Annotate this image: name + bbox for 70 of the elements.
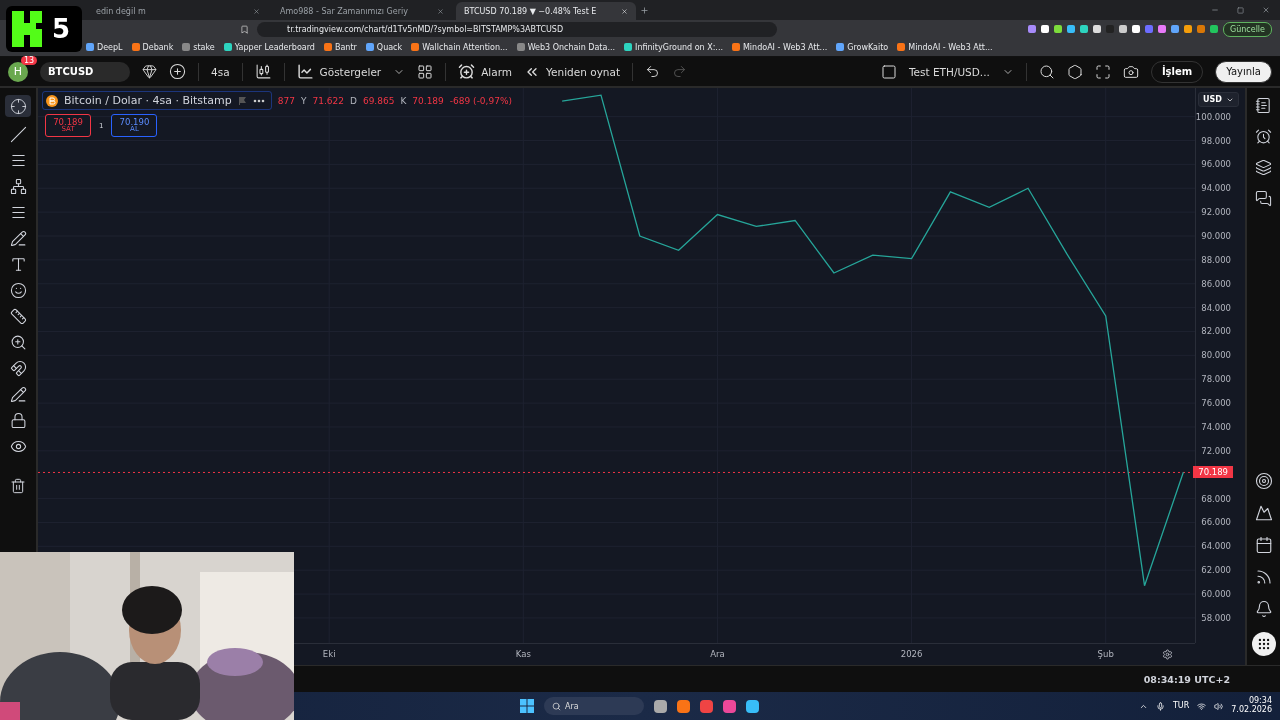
- replay-button[interactable]: Yeniden oynat: [524, 63, 621, 80]
- publish-button[interactable]: Yayınla: [1215, 60, 1272, 83]
- price-tick: 84.000: [1201, 302, 1231, 313]
- ohlc-value: 70.189: [412, 95, 444, 106]
- bookmark-link[interactable]: InfinityGround on X:...: [624, 42, 723, 52]
- bookmark-link[interactable]: Debank: [131, 42, 174, 52]
- ohlc-value: 69.865: [362, 95, 395, 106]
- bookmark-link[interactable]: stake: [182, 42, 215, 52]
- time-tick: Şub: [1097, 649, 1114, 659]
- browser-tab[interactable]: BTCUSD 70.189 ▼ −0.48% Test E: [456, 2, 636, 20]
- clock: 08:34:19 UTC+2: [1143, 673, 1230, 685]
- ohlc-label: K: [400, 95, 407, 106]
- language-indicator[interactable]: TUR: [1172, 701, 1190, 711]
- price-tick: 72.000: [1201, 445, 1231, 456]
- address-field[interactable]: tr.tradingview.com/chart/d1Tv5nMD/?symbol=BITSTAMP%3ABTCUSD: [257, 21, 777, 37]
- trade-button[interactable]: İşlem: [1150, 60, 1204, 83]
- symbol-title: Bitcoin / Dolar · 4sa · Bitstamp: [64, 94, 232, 107]
- currency-select[interactable]: USD: [1198, 92, 1239, 107]
- symbol-legend[interactable]: Bitcoin / Dolar · 4sa · Bitstamp: [42, 91, 272, 110]
- bookmark-link[interactable]: Bantr: [323, 42, 357, 52]
- price-tick: 82.000: [1201, 326, 1231, 337]
- indicators-button[interactable]: Göstergeler: [296, 63, 382, 80]
- ohlc-value: 877: [277, 95, 295, 106]
- price-tick: 78.000: [1201, 374, 1231, 385]
- price-tick: 94.000: [1201, 183, 1231, 194]
- alarm-button[interactable]: Alarm: [458, 63, 513, 80]
- ohlc-label: D: [350, 95, 357, 106]
- symbol-search[interactable]: BTCUSD: [40, 61, 130, 82]
- price-tick: 60.000: [1201, 589, 1231, 600]
- price-tick: 86.000: [1201, 278, 1231, 289]
- taskbar-time: 09:34: [1248, 697, 1272, 706]
- price-change: -689 (-0,97%): [449, 95, 512, 106]
- notification-badge: 13: [21, 55, 38, 65]
- current-price-tag: 70.189: [1193, 466, 1233, 479]
- price-tick: 76.000: [1201, 398, 1231, 409]
- browser-tab[interactable]: edin değil m: [88, 2, 268, 20]
- price-tick: 96.000: [1201, 159, 1231, 170]
- bookmark-link[interactable]: GrowKaito: [836, 42, 889, 52]
- price-tick: 68.000: [1201, 493, 1231, 504]
- bookmark-link[interactable]: Quack: [365, 42, 403, 52]
- price-tick: 98.000: [1201, 135, 1231, 146]
- price-tick: 100.000: [1195, 111, 1231, 122]
- price-tick: 64.000: [1201, 541, 1231, 552]
- price-tick: 88.000: [1201, 254, 1231, 265]
- bookmark-link[interactable]: Web3 Onchain Data...: [516, 42, 616, 52]
- interval-button[interactable]: 4sa: [211, 65, 230, 78]
- price-tick: 66.000: [1201, 517, 1231, 528]
- browser-tab[interactable]: Amo988 - Sar Zamanımızı Geriy: [272, 2, 452, 20]
- bookmark-link[interactable]: MindoAI - Web3 Att...: [731, 42, 828, 52]
- bookmark-link[interactable]: Wallchain Attention...: [411, 42, 508, 52]
- taskbar-search[interactable]: Ara: [544, 697, 644, 715]
- ohlc-value: 71.622: [312, 95, 344, 106]
- taskbar-date: 7.02.2026: [1231, 706, 1272, 715]
- price-tick: 92.000: [1201, 207, 1231, 218]
- update-button[interactable]: Güncelle: [1222, 21, 1272, 37]
- price-tick: 90.000: [1201, 231, 1231, 241]
- bookmark-link[interactable]: Yapper Leaderboard: [223, 42, 315, 52]
- price-tick: 74.000: [1201, 421, 1231, 432]
- ohlc-label: Y: [301, 95, 307, 106]
- bookmark-link[interactable]: DeepL: [86, 42, 123, 52]
- time-tick: Eki: [322, 649, 336, 659]
- time-tick: Kas: [515, 649, 531, 659]
- time-tick: Ara: [710, 649, 725, 659]
- price-tick: 80.000: [1201, 350, 1231, 361]
- price-tick: 62.000: [1201, 565, 1231, 576]
- bookmark-link[interactable]: MindoAI - Web3 Att...: [897, 42, 993, 52]
- logo-number: 5: [52, 14, 71, 44]
- layout-select[interactable]: Test ETH/USD...: [908, 65, 990, 78]
- time-tick: 2026: [900, 649, 923, 659]
- price-tick: 58.000: [1201, 612, 1231, 623]
